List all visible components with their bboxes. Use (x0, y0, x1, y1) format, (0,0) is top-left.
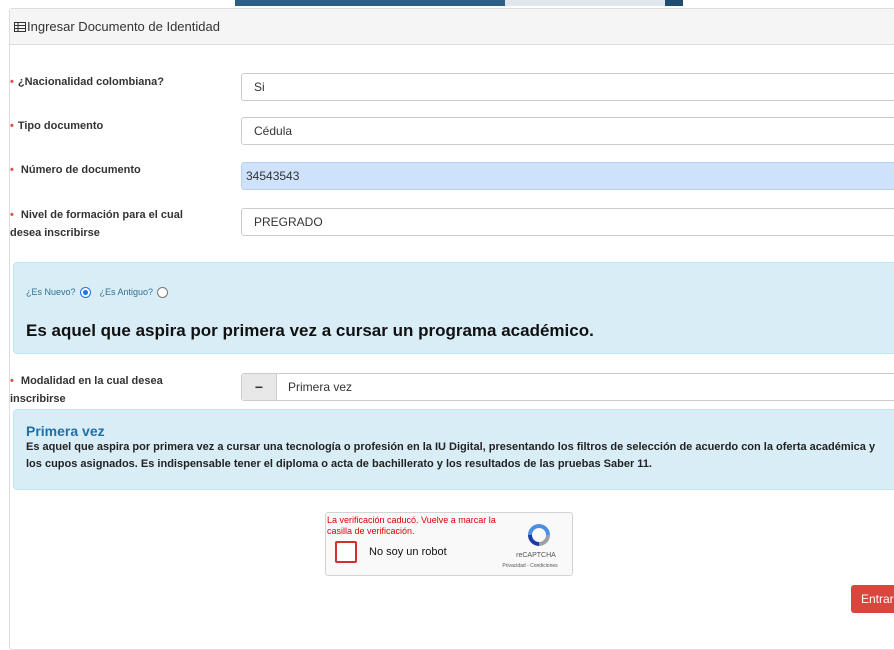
recaptcha-logo-icon (528, 524, 550, 546)
recaptcha-links[interactable]: Privacidad - Condiciones (489, 563, 571, 569)
primera-vez-info-box: Primera vez Es aquel que aspira por prim… (13, 409, 894, 490)
recaptcha-widget: La verificación caducó. Vuelve a marcar … (325, 512, 573, 576)
top-banner-strip (0, 0, 894, 8)
required-marker: • (10, 164, 14, 176)
modalidad-select[interactable]: − Primera vez ▾ (241, 373, 894, 401)
aspirant-type-description: Es aquel que aspira por primera vez a cu… (26, 321, 594, 340)
required-marker: • (10, 76, 14, 88)
numero-documento-label: • Número de documento (10, 164, 141, 176)
required-marker: • (10, 375, 14, 387)
recaptcha-brand: reCAPTCHA (516, 552, 556, 559)
numero-documento-input[interactable]: 34543543 (241, 162, 894, 190)
aspirant-type-radios: ¿Es Nuevo? ¿Es Antiguo? (26, 286, 177, 298)
antiguo-radio[interactable] (157, 287, 169, 298)
modalidad-label: • Modalidad en la cual desea inscribirse (10, 375, 163, 405)
required-marker: • (10, 209, 14, 221)
tipo-documento-label: • Tipo documento (10, 120, 104, 132)
nuevo-radio[interactable] (79, 287, 91, 298)
aspirant-type-box: ¿Es Nuevo? ¿Es Antiguo? Es aquel que asp… (13, 262, 894, 354)
nuevo-radio-label: ¿Es Nuevo? (26, 286, 76, 297)
recaptcha-checkbox[interactable] (335, 541, 357, 563)
minus-icon[interactable]: − (242, 374, 277, 400)
primera-vez-title: Primera vez (26, 423, 105, 439)
banner-bar (665, 0, 683, 6)
recaptcha-label: No soy un robot (369, 546, 447, 558)
panel-heading: Ingresar Documento de Identidad (10, 9, 894, 45)
table-icon (14, 21, 26, 32)
banner-bar (505, 0, 665, 6)
nivel-formacion-select[interactable]: PREGRADO ▾ (241, 208, 894, 236)
required-marker: • (10, 120, 14, 132)
panel-title: Ingresar Documento de Identidad (27, 19, 220, 34)
nacionalidad-select[interactable]: Si ▾ (241, 73, 894, 101)
antiguo-radio-label: ¿Es Antiguo? (99, 286, 154, 297)
banner-bar (235, 0, 505, 6)
nacionalidad-label: • ¿Nacionalidad colombiana? (10, 76, 164, 88)
primera-vez-description: Es aquel que aspira por primera vez a cu… (26, 441, 876, 470)
tipo-documento-select[interactable]: Cédula ▾ (241, 117, 894, 145)
nivel-formacion-label: • Nivel de formación para el cual desea … (10, 209, 183, 239)
recaptcha-error: La verificación caducó. Vuelve a marcar … (327, 515, 496, 536)
entrar-button[interactable]: Entrar (851, 585, 894, 613)
